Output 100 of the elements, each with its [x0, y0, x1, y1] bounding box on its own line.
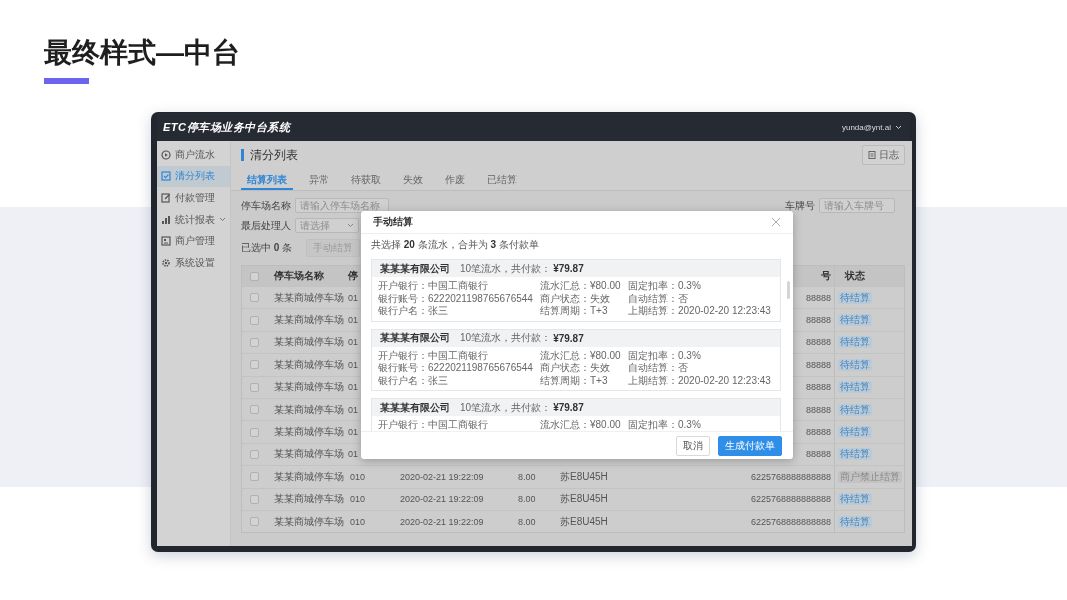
- table-cell-text: 6225768888888888: [749, 494, 832, 505]
- status-tag: 待结算: [838, 515, 872, 528]
- status-tag: 待结算: [838, 358, 872, 371]
- input-field[interactable]: 请输入车牌号: [819, 198, 895, 213]
- table-cell-text: 某某商城停车场: [273, 313, 345, 328]
- field-text: 商户状态：失效: [540, 362, 611, 375]
- checkbox[interactable]: [250, 494, 259, 504]
- tab[interactable]: 失效: [397, 169, 429, 190]
- status-tag: 待结算: [838, 493, 872, 506]
- table-cell-text: 88888: [804, 292, 832, 303]
- field-text: 开户银行：中国工商银行: [378, 419, 489, 431]
- checkbox[interactable]: [250, 337, 259, 347]
- status-tag: 待结算: [838, 448, 872, 461]
- status-tag: 待结算: [838, 291, 872, 304]
- table-cell-text: 2020-02-21 19:22:09: [399, 471, 485, 482]
- field-text: 流水汇总：¥80.00: [540, 419, 622, 431]
- field-text: 自动结算：否: [628, 292, 689, 305]
- table-cell-text: 88888: [804, 337, 832, 348]
- table-cell-text: 某某商城停车场: [273, 380, 345, 395]
- selection-count: 已选中 0 条: [241, 241, 293, 255]
- field-text: 结算周期：T+3: [540, 374, 609, 387]
- field-text: 结算周期：T+3: [540, 305, 609, 318]
- checkbox[interactable]: [250, 449, 259, 459]
- checkbox[interactable]: [250, 360, 259, 370]
- sidebar-item[interactable]: 统计报表: [157, 208, 230, 231]
- table-cell-text: 苏E8U45H: [559, 514, 609, 529]
- table-cell-text: 6225768888888888: [749, 471, 832, 482]
- table-cell-text: 88888: [804, 404, 832, 415]
- tab[interactable]: 结算列表: [241, 169, 293, 190]
- table-cell-text: 88888: [804, 315, 832, 326]
- accent-bar: [44, 78, 89, 84]
- close-icon[interactable]: [771, 217, 781, 227]
- table-cell-text: 010: [349, 471, 367, 482]
- amount: ¥79.87: [553, 332, 584, 344]
- gear-icon: [161, 257, 171, 268]
- sidebar-item[interactable]: 付款管理: [157, 187, 230, 209]
- generate-button[interactable]: 生成付款单: [718, 435, 782, 456]
- play-circle-icon: [161, 149, 171, 160]
- field-text: 固定扣率：0.3%: [628, 349, 702, 362]
- checkbox[interactable]: [250, 427, 259, 437]
- column-header: 号: [820, 269, 832, 283]
- scrollbar: [787, 281, 790, 299]
- table-cell-text: 某某商城停车场: [273, 402, 345, 417]
- sidebar-item[interactable]: 商户流水: [157, 144, 230, 166]
- table-cell-text: 88888: [804, 382, 832, 393]
- checkbox-icon: [161, 171, 171, 182]
- field-text: 上期结算：2020-02-20 12:23:43: [628, 305, 772, 318]
- filter-label: 停车场名称: [241, 198, 291, 213]
- field-text: 流水汇总：¥80.00: [540, 280, 622, 293]
- cancel-button[interactable]: 取消: [676, 435, 710, 456]
- table-cell-text: 88888: [804, 449, 832, 460]
- status-tag: 待结算: [838, 403, 872, 416]
- status-tag: 待结算: [838, 381, 872, 394]
- flow-summary: 10笔流水，共付款：: [460, 400, 552, 415]
- table-cell-text: 某某商城停车场: [273, 290, 345, 305]
- table-cell-text: 8.00: [517, 471, 537, 482]
- table-cell-text: 01: [347, 359, 358, 370]
- field-text: 固定扣率：0.3%: [628, 419, 702, 431]
- sidebar-item[interactable]: 清分列表: [157, 165, 230, 188]
- checkbox[interactable]: [250, 315, 259, 325]
- company-name: 某某某有限公司: [380, 400, 450, 415]
- log-button[interactable]: 日志: [862, 145, 905, 165]
- checkbox[interactable]: [250, 271, 259, 281]
- field-text: 银行账号：6222021198765676544: [378, 362, 534, 375]
- table-cell-text: 2020-02-21 19:22:09: [399, 516, 485, 527]
- field-text: 开户银行：中国工商银行: [378, 280, 489, 293]
- field-text: 流水汇总：¥80.00: [540, 349, 622, 362]
- checkbox[interactable]: [250, 472, 259, 482]
- table-cell-text: 某某商城停车场: [273, 335, 345, 350]
- table-cell-text: 6225768888888888: [749, 516, 832, 527]
- user-menu[interactable]: yunda@ynt.ai: [841, 122, 902, 132]
- tab[interactable]: 异常: [303, 169, 335, 190]
- column-header: 停车场名称: [273, 269, 325, 283]
- tab[interactable]: 已结算: [481, 169, 523, 190]
- chevron-icon: [219, 217, 226, 223]
- table-cell-text: 01: [347, 337, 358, 348]
- tab[interactable]: 待获取: [345, 169, 387, 190]
- caret-icon: [895, 124, 902, 130]
- table-cell-text: 某某商城停车场: [273, 425, 345, 440]
- summary-text: 共选择 20 条流水，合并为 3 条付款单: [371, 238, 540, 252]
- sidebar-item[interactable]: 系统设置: [157, 251, 230, 274]
- table-cell-text: 苏E8U45H: [559, 492, 609, 507]
- sidebar-item[interactable]: 商户管理: [157, 230, 230, 252]
- filter-label: 最后处理人: [241, 218, 291, 233]
- table-cell-text: 某某商城停车场: [273, 492, 345, 507]
- amount: ¥79.87: [553, 263, 584, 274]
- select-field[interactable]: 请选择: [295, 218, 359, 233]
- field-text: 银行户名：张三: [378, 305, 449, 318]
- table-cell-text: 01: [347, 315, 358, 326]
- checkbox[interactable]: [250, 293, 259, 303]
- checkbox[interactable]: [250, 382, 259, 392]
- status-tag: 待结算: [838, 336, 872, 349]
- company-name: 某某某有限公司: [380, 261, 450, 276]
- checkbox[interactable]: [250, 517, 259, 527]
- tab[interactable]: 作废: [439, 169, 471, 190]
- field-text: 开户银行：中国工商银行: [378, 349, 489, 362]
- column-header: 状态: [834, 266, 904, 286]
- caret-icon: [347, 223, 354, 228]
- flow-summary: 10笔流水，共付款：: [460, 261, 552, 276]
- checkbox[interactable]: [250, 405, 259, 415]
